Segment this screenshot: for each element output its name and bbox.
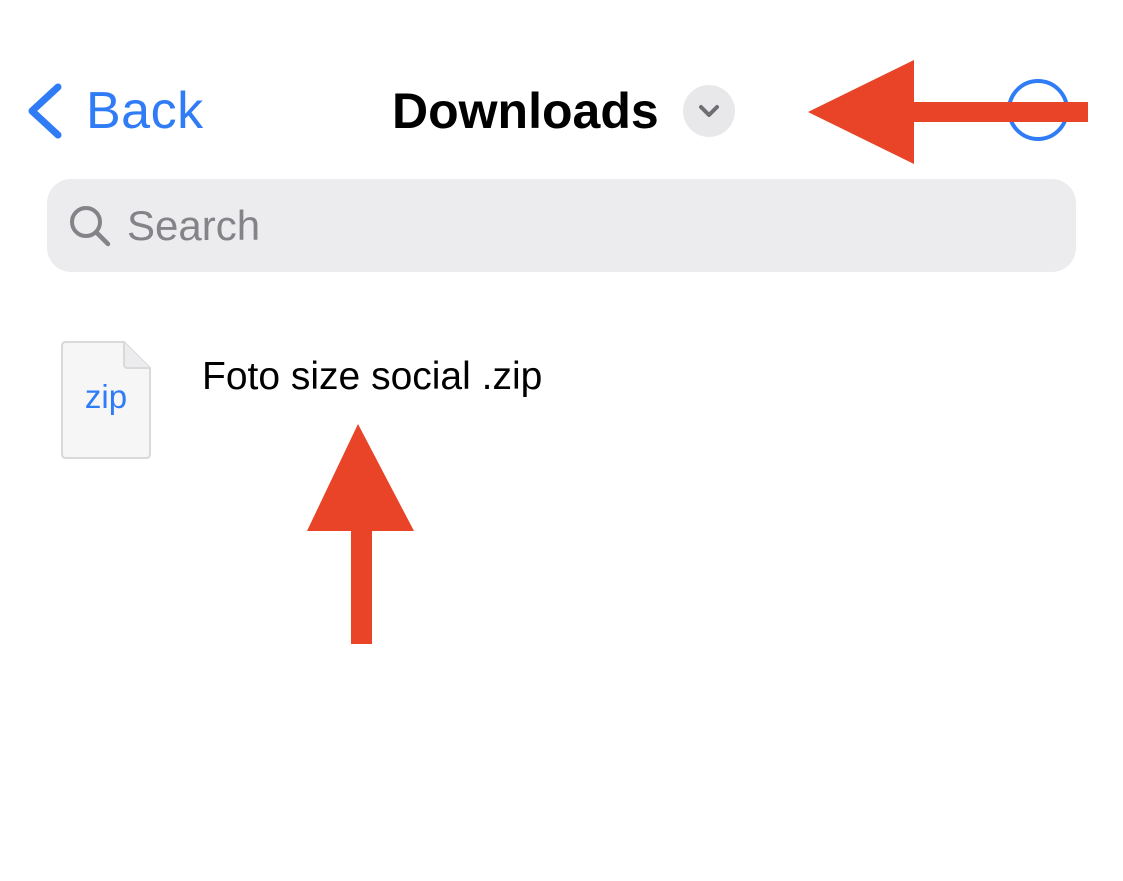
chevron-down-icon: [698, 105, 719, 117]
chevron-left-icon: [28, 83, 62, 139]
back-label: Back: [86, 82, 204, 140]
back-button[interactable]: Back: [22, 76, 204, 146]
annotation-arrow-up-icon: [307, 424, 414, 644]
search-field[interactable]: Search: [47, 179, 1076, 272]
file-extension-label: zip: [84, 378, 128, 415]
title-dropdown-button[interactable]: [682, 85, 735, 137]
file-name: Foto size social .zip: [202, 355, 543, 398]
annotation-arrow-left-icon: [808, 60, 1088, 164]
search-placeholder: Search: [127, 201, 261, 249]
search-icon: [70, 205, 111, 246]
page-title: Downloads: [392, 83, 659, 139]
title-menu[interactable]: Downloads: [392, 80, 735, 142]
files-downloads-screen: Back Downloads Search zip Foto size soci…: [0, 0, 1123, 881]
